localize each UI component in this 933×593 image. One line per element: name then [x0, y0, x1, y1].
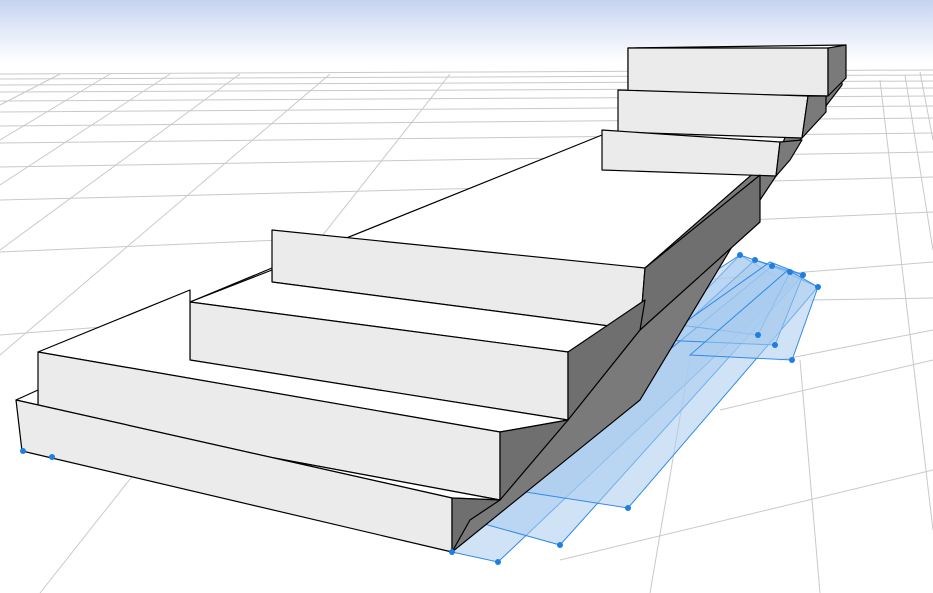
grip-handle[interactable] — [752, 257, 758, 263]
grip-handle[interactable] — [625, 505, 631, 511]
scene-canvas[interactable] — [0, 0, 933, 593]
grip-handle[interactable] — [495, 559, 501, 565]
grip-handle[interactable] — [755, 332, 761, 338]
grip-handle[interactable] — [49, 454, 55, 460]
grip-handle[interactable] — [800, 272, 806, 278]
grip-handle[interactable] — [449, 549, 455, 555]
step-top-3-front[interactable] — [627, 47, 829, 97]
grip-handle[interactable] — [815, 284, 821, 290]
grip-handle[interactable] — [787, 269, 793, 275]
step-top-2-front[interactable] — [617, 89, 809, 139]
grip-handle[interactable] — [769, 263, 775, 269]
grip-handle[interactable] — [20, 448, 26, 454]
3d-viewport[interactable] — [0, 0, 933, 593]
grip-handle[interactable] — [772, 342, 778, 348]
grip-handle[interactable] — [557, 542, 563, 548]
grip-handle[interactable] — [737, 252, 743, 258]
grip-handle[interactable] — [789, 357, 795, 363]
